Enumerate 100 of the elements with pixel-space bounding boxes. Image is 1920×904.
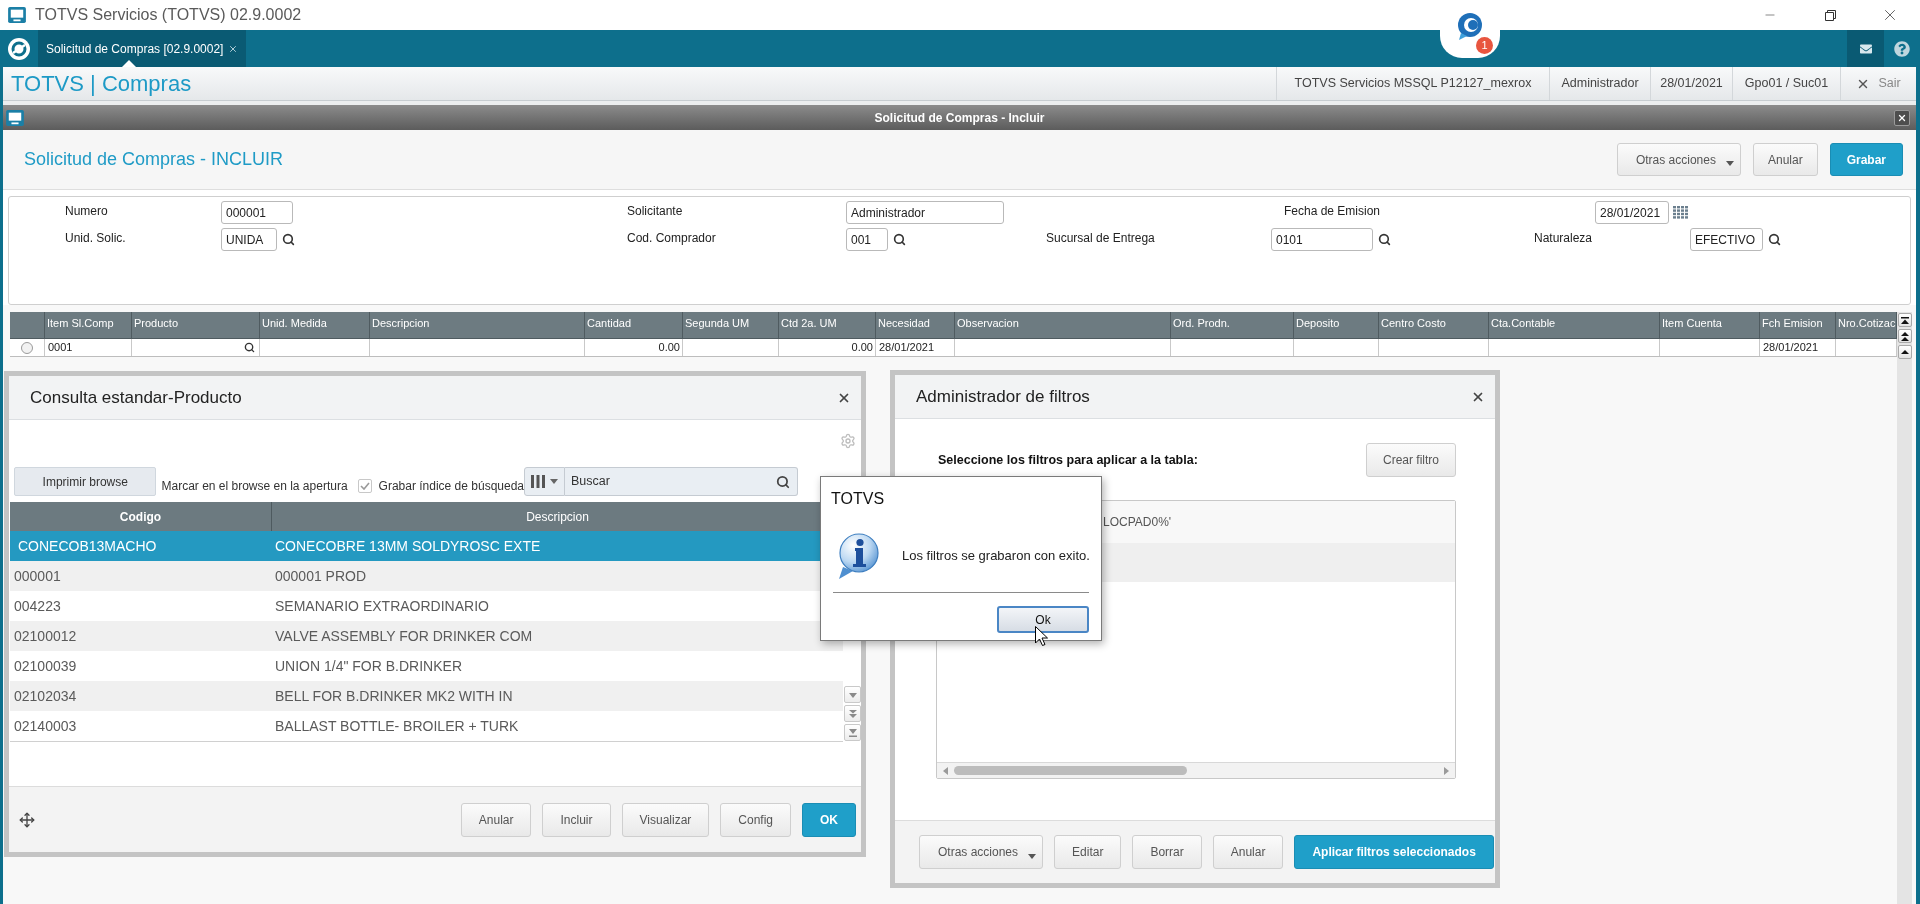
- scroll-top-icon: [1900, 316, 1909, 324]
- checkbox[interactable]: [357, 479, 372, 493]
- mail-icon: [1858, 42, 1873, 55]
- action-button[interactable]: Config: [720, 802, 791, 837]
- scrollbar-thumb[interactable]: [954, 766, 1187, 775]
- mail-button[interactable]: [1847, 30, 1884, 67]
- app-tab[interactable]: Solicitud de Compras [02.9.0002]: [38, 30, 247, 67]
- logo-icon[interactable]: [8, 37, 30, 60]
- window-icon: [6, 109, 24, 126]
- scroll-up-button[interactable]: [1897, 345, 1912, 359]
- action-button[interactable]: Anular: [1212, 835, 1284, 869]
- column-header[interactable]: Producto: [132, 312, 260, 338]
- table-cell-text: CONECOBRE 13MM SOLDYROSC EXTE: [274, 536, 542, 556]
- dropdown-button[interactable]: Otras acciones: [919, 835, 1044, 869]
- dialog-title: Consulta estandar-Producto: [30, 386, 242, 409]
- logout-button[interactable]: Sair: [1840, 67, 1916, 100]
- scroll-bottom-button[interactable]: [844, 724, 861, 741]
- field-label: Fecha de Emision: [1284, 203, 1382, 220]
- field-label: Unid. Solic.: [65, 230, 127, 247]
- text-field[interactable]: UNIDA: [221, 228, 277, 251]
- move-icon[interactable]: [19, 811, 35, 828]
- column-header[interactable]: Necesidad: [876, 312, 955, 338]
- action-button[interactable]: Anular: [1752, 143, 1818, 176]
- page-down-button[interactable]: [844, 705, 861, 722]
- column-header[interactable]: Deposito: [1294, 312, 1379, 338]
- action-button[interactable]: Crear filtro: [1366, 443, 1456, 477]
- calendar-icon[interactable]: [1673, 206, 1688, 219]
- horizontal-scrollbar[interactable]: [937, 762, 1455, 778]
- search-icon: [775, 474, 790, 489]
- table-row[interactable]: 02102034 BELL FOR B.DRINKER MK2 WITH IN: [10, 681, 843, 711]
- scroll-down-button[interactable]: [844, 686, 861, 703]
- action-button[interactable]: Anular: [460, 802, 532, 837]
- action-button[interactable]: Incluir: [542, 802, 611, 837]
- table-cell-text: 000001 PROD: [274, 566, 368, 586]
- table-cell-text: VALVE ASSEMBLY FOR DRINKER COM: [274, 626, 534, 646]
- close-icon[interactable]: [228, 43, 239, 54]
- scroll-up-icon: [1900, 350, 1909, 354]
- text-field[interactable]: 0101: [1271, 228, 1373, 251]
- column-header[interactable]: Centro Costo: [1379, 312, 1489, 338]
- checkbox-label: Grabar índice de búsqueda: [378, 478, 524, 495]
- grid-cell: 28/01/2021: [1760, 339, 1836, 356]
- restore-icon[interactable]: [1824, 9, 1836, 21]
- search-icon[interactable]: [244, 342, 255, 353]
- field-label: Sucursal de Entrega: [1046, 230, 1156, 247]
- column-header[interactable]: Item Sl.Comp: [45, 312, 132, 338]
- table-row[interactable]: 02100012 VALVE ASSEMBLY FOR DRINKER COM: [10, 621, 843, 651]
- column-header[interactable]: Observacion: [955, 312, 1171, 338]
- column-header[interactable]: Cantidad: [585, 312, 683, 338]
- action-button[interactable]: Visualizar: [621, 802, 710, 837]
- vertical-scrollbar[interactable]: [1897, 312, 1912, 904]
- instruction-text: Seleccione los filtros para aplicar a la tabla:: [938, 451, 1198, 469]
- field-label: Numero: [65, 203, 109, 220]
- search-icon[interactable]: [1768, 233, 1781, 246]
- column-header[interactable]: Segunda UM: [683, 312, 779, 338]
- column-selector-button[interactable]: [524, 467, 565, 496]
- grid-cell: 0001: [45, 339, 132, 356]
- search-icon[interactable]: [282, 233, 295, 246]
- ok-button[interactable]: Ok: [997, 606, 1089, 633]
- text-field[interactable]: 001: [846, 228, 888, 251]
- text-field[interactable]: Administrador: [846, 201, 1004, 224]
- search-icon[interactable]: [893, 233, 906, 246]
- check-icon: [359, 482, 370, 490]
- column-header[interactable]: Cta.Contable: [1489, 312, 1660, 338]
- column-header[interactable]: Fch Emision: [1760, 312, 1836, 338]
- app-icon: [8, 7, 26, 23]
- search-icon[interactable]: [1378, 233, 1391, 246]
- table-cell-text: SEMANARIO EXTRAORDINARIO: [274, 596, 490, 616]
- status-text: Administrador: [1549, 67, 1650, 100]
- column-header[interactable]: Descripcion: [370, 312, 585, 338]
- field-label: Cod. Comprador: [627, 230, 717, 247]
- caret-icon: [1725, 161, 1734, 166]
- close-button[interactable]: [1894, 109, 1910, 126]
- search-button[interactable]: [768, 467, 798, 496]
- field-label: Naturaleza: [1534, 230, 1594, 247]
- action-button[interactable]: Editar: [1054, 835, 1122, 869]
- text-field[interactable]: 000001: [221, 201, 293, 224]
- search-field[interactable]: Buscar: [565, 467, 768, 496]
- dialog-title: TOTVS: [831, 489, 886, 509]
- window-title: TOTVS Servicios (TOTVS) 02.9.0002: [35, 5, 302, 25]
- dropdown-button[interactable]: Otras acciones: [1616, 143, 1741, 176]
- print-button[interactable]: Imprimir browse: [14, 467, 157, 496]
- caret-icon: [550, 479, 558, 484]
- table-cell-text: CONECOB13MACHO: [17, 536, 158, 556]
- page-down-icon: [848, 709, 857, 718]
- column-header[interactable]: Ord. Prodn.: [1171, 312, 1294, 338]
- action-button[interactable]: Borrar: [1132, 835, 1202, 869]
- column-header[interactable]: Item Cuenta: [1660, 312, 1760, 338]
- text-field[interactable]: 28/01/2021: [1595, 201, 1669, 224]
- scroll-top-button[interactable]: [1897, 313, 1912, 327]
- status-text: 28/01/2021: [1650, 67, 1732, 100]
- table-cell-text: UNION 1/4" FOR B.DRINKER: [274, 656, 463, 676]
- columns-icon: [531, 475, 545, 488]
- page-up-icon: [1900, 331, 1909, 341]
- page-up-button[interactable]: [1897, 329, 1912, 343]
- dialog-title: Administrador de filtros: [916, 385, 1090, 408]
- column-header[interactable]: Unid. Medida: [260, 312, 370, 338]
- grid-cell: 0.00: [585, 339, 683, 356]
- text-field[interactable]: EFECTIVO: [1690, 228, 1763, 251]
- column-header[interactable]: Ctd 2a. UM: [779, 312, 876, 338]
- status-text: TOTVS Servicios MSSQL P12127_mexrox: [1276, 67, 1549, 100]
